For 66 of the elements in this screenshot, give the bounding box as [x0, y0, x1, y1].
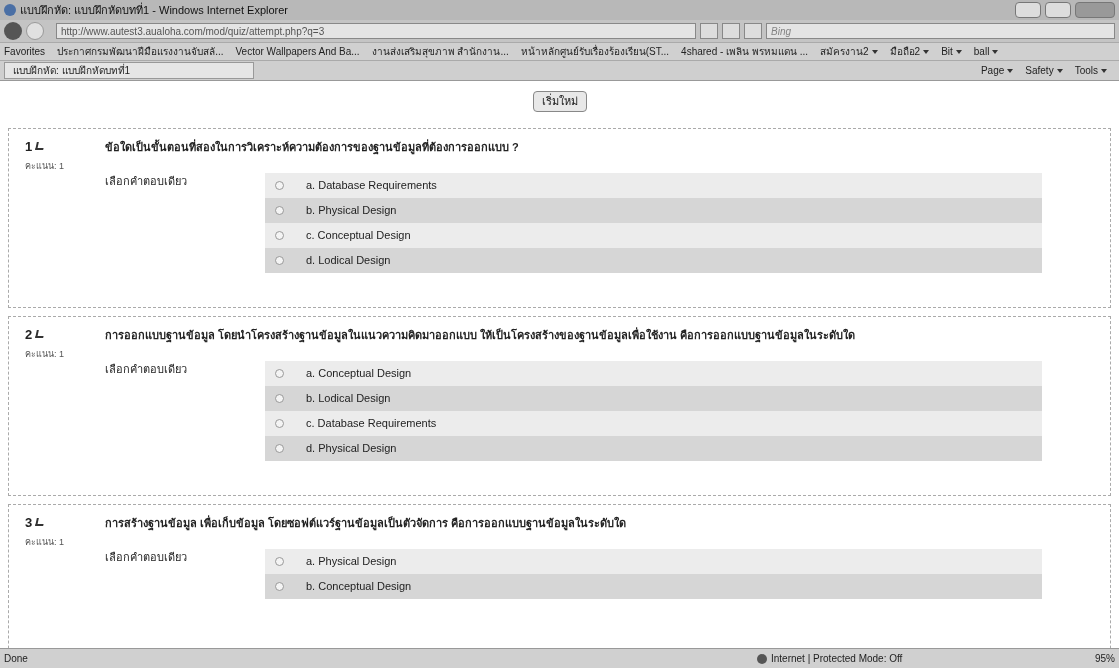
answer-option[interactable]: b. Lodical Design [306, 390, 391, 407]
question-marks: คะแนน: 1 [25, 160, 65, 173]
command-menu[interactable]: Safety [1025, 63, 1054, 78]
favorite-link[interactable]: ball [973, 44, 990, 59]
radio-button[interactable] [275, 444, 284, 453]
security-zone: Internet | Protected Mode: Off [771, 652, 904, 666]
question-number: 2 [25, 325, 33, 344]
favorite-link[interactable]: หน้าหลักศูนย์รับเรื่องร้องเรียน(ST... [520, 44, 670, 59]
minimize-button[interactable] [1015, 2, 1041, 18]
zoom-level[interactable]: 95% [1095, 651, 1115, 666]
question-marks: คะแนน: 1 [25, 348, 65, 361]
maximize-button[interactable] [1045, 2, 1071, 18]
answer-option[interactable]: d. Physical Design [306, 440, 397, 457]
browser-icon [4, 4, 16, 16]
answer-option[interactable]: c. Conceptual Design [306, 227, 411, 244]
close-button[interactable] [1075, 2, 1115, 18]
compatibility-button[interactable] [722, 23, 740, 39]
answer-option[interactable]: d. Lodical Design [306, 252, 391, 269]
restart-button[interactable]: เริ่มใหม่ [532, 91, 587, 112]
globe-icon [757, 653, 767, 664]
favorites-button[interactable]: Favorites [4, 44, 46, 59]
caret-icon [1007, 68, 1014, 73]
favorite-link[interactable]: Vector Wallpapers And Ba... [235, 44, 360, 59]
favorite-link[interactable]: สมัครงาน2 [820, 44, 869, 59]
radio-button[interactable] [275, 419, 284, 428]
caret-icon [1056, 68, 1063, 73]
answer-option[interactable]: a. Database Requirements [306, 177, 437, 194]
answer-option[interactable]: b. Physical Design [306, 202, 397, 219]
favorite-link[interactable]: Bit [941, 44, 953, 59]
radio-button[interactable] [275, 181, 284, 190]
question-number: 3 [25, 513, 33, 532]
answer-prompt: เลือกคำตอบเดียว [105, 174, 188, 189]
answer-prompt: เลือกคำตอบเดียว [105, 362, 188, 377]
favorite-link[interactable]: 4shared - เพลิน พรหมแดน ... [681, 44, 808, 59]
refresh-button[interactable] [700, 23, 718, 39]
command-menu[interactable]: Tools [1074, 63, 1098, 78]
forward-button[interactable] [26, 22, 44, 40]
status-text: Done [4, 652, 28, 666]
question-text: การออกแบบฐานข้อมูล โดยนำโครงสร้างฐานข้อมูลในแนวความคิดมาออกแบบ ให้เป็นโครงสร้างของฐานข้อมูลเพื่อใช้งาน คือการออกแบบฐานข้อมูลในระดับใด [105, 326, 857, 343]
answer-option[interactable]: a. Physical Design [306, 553, 397, 570]
search-field[interactable]: Bing [766, 23, 1115, 39]
radio-button[interactable] [275, 394, 284, 403]
radio-button[interactable] [275, 231, 284, 240]
stop-button[interactable] [744, 23, 762, 39]
radio-button[interactable] [275, 582, 284, 591]
favorite-link[interactable]: ประกาศกรมพัฒนาฝีมือแรงงานจับสลั... [57, 44, 224, 59]
radio-button[interactable] [275, 206, 284, 215]
radio-button[interactable] [275, 256, 284, 265]
question-marks: คะแนน: 1 [25, 536, 65, 549]
question-text: การสร้างฐานข้อมูล เพื่อเก็บข้อมูล โดยซอฟต์แวร์ฐานข้อมูลเป็นตัวจัดการ คือการออกแบบฐานข้อมูลในระดับใด [105, 514, 628, 531]
answer-option[interactable]: a. Conceptual Design [306, 365, 412, 382]
radio-button[interactable] [275, 369, 284, 378]
address-field[interactable]: http://www.autest3.aualoha.com/mod/quiz/attempt.php?q=3 [56, 23, 696, 39]
command-menu[interactable]: Page [980, 63, 1005, 78]
radio-button[interactable] [275, 557, 284, 566]
back-button[interactable] [4, 22, 22, 40]
favorite-link[interactable]: งานส่งเสริมสุขภาพ สำนักงาน... [371, 44, 509, 59]
browser-tab[interactable]: แบบฝึกหัด: แบบฝึกหัดบทที่1 [4, 62, 254, 79]
question-text: ข้อใดเป็นขั้นตอนที่สองในการวิเคราะห์ความต้องการของฐานข้อมูลที่ต้องการออกแบบ ? [105, 138, 520, 155]
window-title: แบบฝึกหัด: แบบฝึกหัดบทที่1 - Windows Internet Explorer [20, 1, 288, 18]
question-number: 1 [25, 137, 33, 156]
answer-option[interactable]: c. Database Requirements [306, 415, 437, 432]
answer-prompt: เลือกคำตอบเดียว [105, 550, 188, 565]
caret-icon [1101, 68, 1107, 73]
favorite-link[interactable]: มือถือ2 [889, 44, 921, 59]
answer-option[interactable]: b. Conceptual Design [306, 578, 412, 595]
